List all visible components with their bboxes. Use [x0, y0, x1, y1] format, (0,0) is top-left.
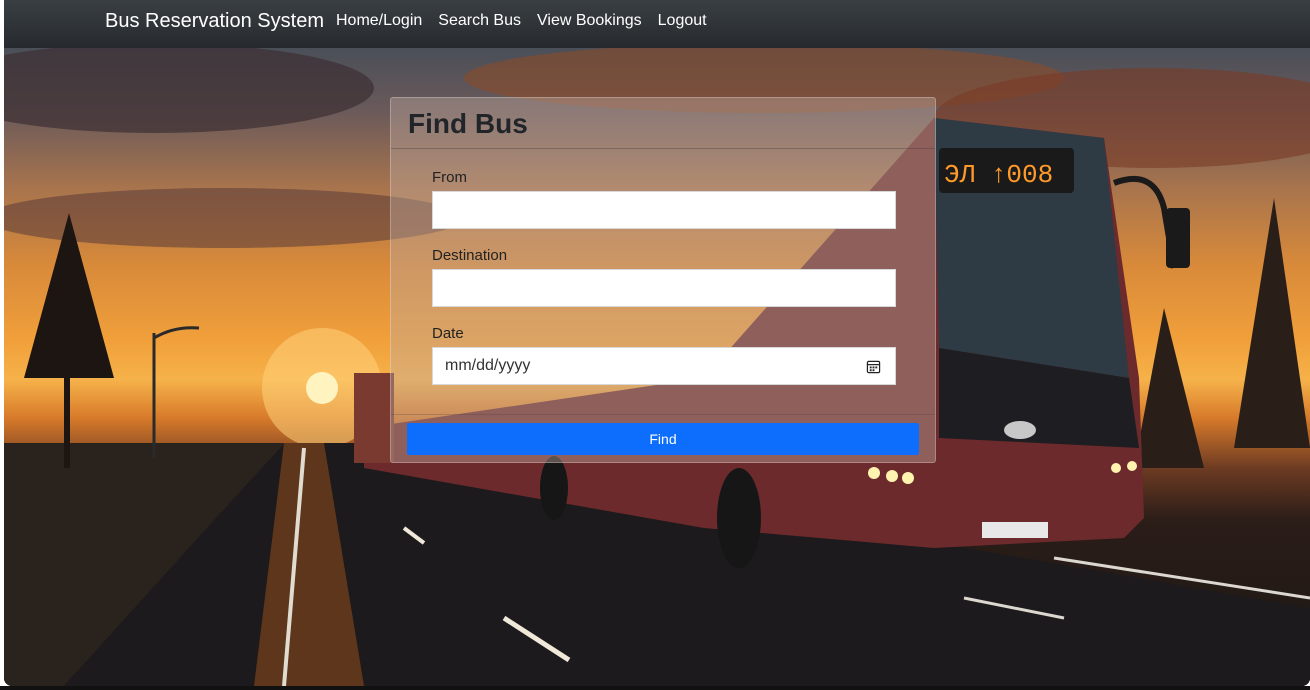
from-label: From [432, 169, 467, 186]
nav-links: Home/Login Search Bus View Bookings Logo… [336, 11, 707, 31]
from-input[interactable] [432, 191, 896, 229]
brand-title[interactable]: Bus Reservation System [105, 9, 324, 33]
nav-logout[interactable]: Logout [658, 11, 707, 31]
destination-group: Destination [432, 247, 896, 307]
nav-home-login[interactable]: Home/Login [336, 11, 422, 31]
page-title: Find Bus [408, 108, 528, 139]
top-navbar: Bus Reservation System Home/Login Search… [4, 0, 1310, 48]
svg-text:ЭЛ ↑008: ЭЛ ↑008 [944, 160, 1053, 190]
from-group: From [432, 169, 896, 229]
nav-view-bookings[interactable]: View Bookings [537, 11, 642, 31]
card-footer-divider [391, 414, 935, 415]
date-placeholder: mm/dd/yyyy [445, 357, 531, 374]
date-group: Date mm/dd/yyyy [432, 325, 896, 385]
destination-input[interactable] [432, 269, 896, 307]
calendar-icon[interactable] [866, 359, 881, 374]
nav-search-bus[interactable]: Search Bus [438, 11, 521, 31]
find-button[interactable]: Find [407, 423, 919, 455]
page: Bus Reservation System Home/Login Search… [4, 0, 1310, 686]
bottom-edge [0, 686, 1310, 690]
date-input[interactable]: mm/dd/yyyy [432, 347, 896, 385]
card-header: Find Bus [391, 98, 935, 149]
find-bus-card: Find Bus From Destination Date mm/dd/yyy… [390, 97, 936, 463]
date-label: Date [432, 325, 464, 342]
destination-label: Destination [432, 247, 508, 264]
